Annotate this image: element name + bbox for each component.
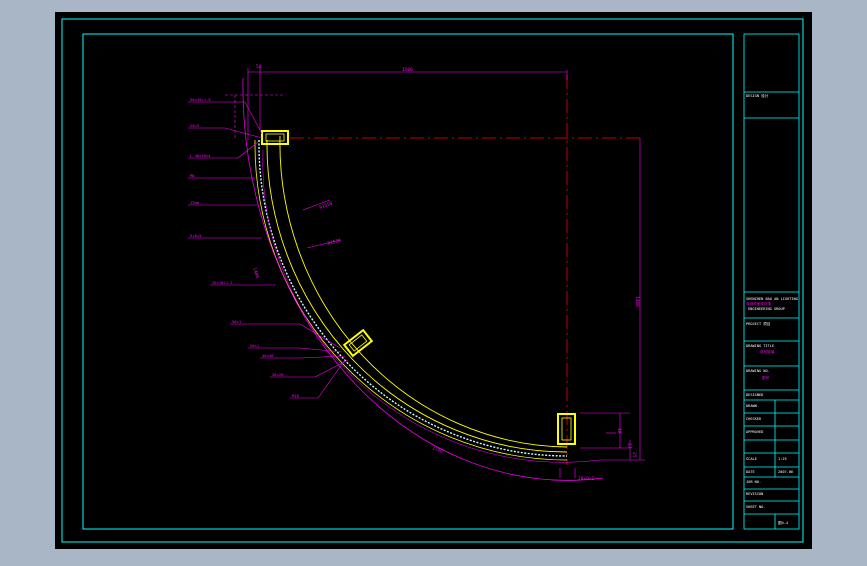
tb-date-label: DATE xyxy=(746,470,755,474)
dim-top-width: 1500 xyxy=(402,67,413,73)
tb-header: DESIGN 设计 xyxy=(746,93,769,98)
dim-right-height: 1400 xyxy=(634,296,640,307)
tb-drawing-title-2: 弧形玻璃 xyxy=(760,349,775,354)
dim-top-small: 50 xyxy=(256,64,262,70)
tb-date-value: 2007.06 xyxy=(778,470,793,474)
callout-11[interactable]: 30×20 xyxy=(272,372,284,377)
callout-8[interactable]: 50×1 xyxy=(232,319,242,324)
callout-6[interactable]: 5+6+5 xyxy=(190,233,201,238)
drawing-sheet xyxy=(55,12,812,549)
callout-9[interactable]: 50×1 xyxy=(250,343,260,348)
dim-bottom-right-2: 27 xyxy=(626,443,632,449)
callout-7[interactable]: 20×10×1.2 xyxy=(212,280,233,285)
tb-project: PROJECT 项目 xyxy=(746,321,771,326)
callout-2[interactable]: 20×5 xyxy=(190,123,199,128)
tb-approved: APPROVED xyxy=(746,430,763,434)
dim-bottom-right-3: 25 xyxy=(631,452,637,458)
tb-drawing-title: DRAWING TITLE xyxy=(746,344,774,348)
tb-company-cn: 深圳市宝安灯饰 xyxy=(746,301,772,306)
tb-company-en: SHENZHEN BAO AN LIGHTING xyxy=(746,297,798,301)
cad-drawing-canvas[interactable]: DESIGN 设计 SHENZHEN BAO AN LIGHTING 深圳市宝安… xyxy=(0,0,867,562)
callout-10[interactable]: 40×40 xyxy=(262,353,274,358)
tb-revision: REVISION xyxy=(746,492,763,496)
cad-viewer: DESIGN 设计 SHENZHEN BAO AN LIGHTING 深圳市宝安… xyxy=(0,0,867,562)
tb-drawing-no-2: 图号 xyxy=(762,375,770,380)
tb-drawing-no: DRAWING NO. xyxy=(746,369,770,373)
dim-bottom-right-1: 48 xyxy=(616,428,622,434)
callout-1[interactable]: 50×35×1.5 xyxy=(190,97,211,102)
tb-scale-label: SCALE xyxy=(746,457,757,461)
tb-sheet-no: SHEET NO. xyxy=(746,505,765,509)
tb-designed: DESIGNED xyxy=(746,393,763,397)
callout-5[interactable]: 12mm xyxy=(190,200,200,205)
tb-drawn: DRAWN xyxy=(746,404,757,408)
tb-scale-value: 1:25 xyxy=(778,457,787,461)
dim-bottom-label: 20×9×1 xyxy=(578,476,595,482)
callout-4[interactable]: M8 xyxy=(190,173,195,178)
tb-company-sub: ENGINEERING GROUP xyxy=(748,307,785,311)
tb-checked: CHECKED xyxy=(746,417,761,421)
tb-sheet-value: 图4-4 xyxy=(778,521,788,525)
callout-12[interactable]: M10 xyxy=(292,393,300,398)
tb-job-no: JOB NO. xyxy=(746,480,761,484)
callout-3[interactable]: L 40×40×4 xyxy=(190,153,211,158)
